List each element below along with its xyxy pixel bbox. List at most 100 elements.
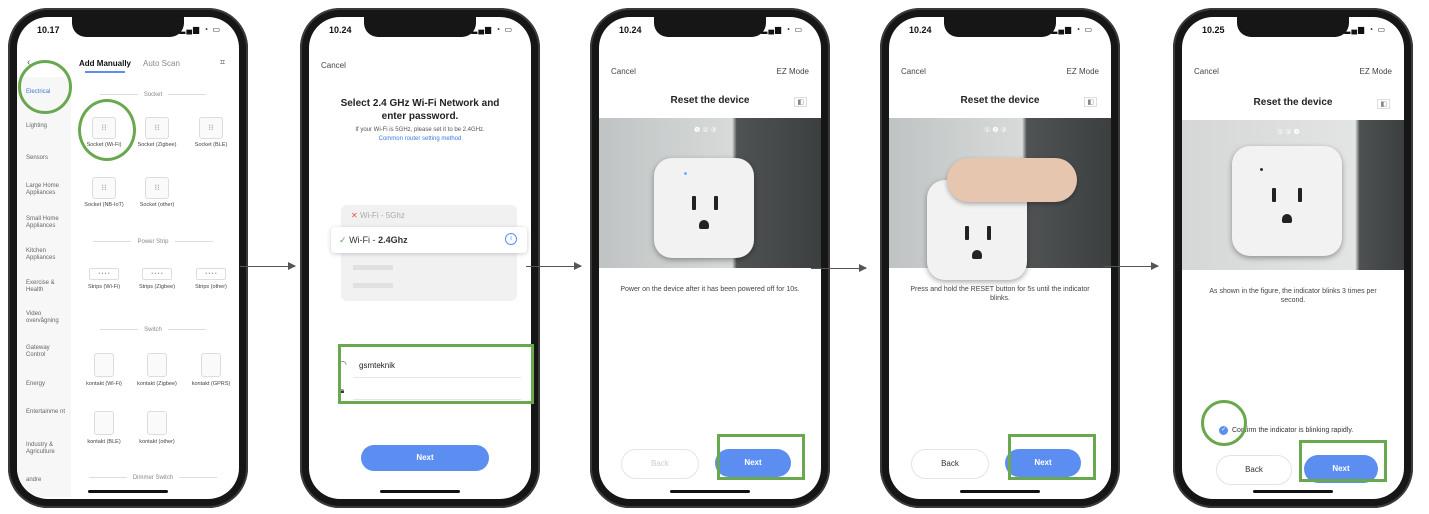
- speaker-icon[interactable]: ◧: [1377, 99, 1390, 109]
- sidebar-item-gateway[interactable]: Gateway Control: [26, 345, 68, 359]
- blurred-row: [353, 283, 393, 288]
- back-button[interactable]: Back: [911, 449, 989, 479]
- power-strip-icon: • • • •: [196, 268, 226, 280]
- socket-icon: ⁝⁝: [145, 177, 169, 199]
- mode-switch[interactable]: EZ Mode: [1360, 67, 1392, 76]
- cancel-button[interactable]: Cancel: [321, 61, 346, 70]
- mode-switch[interactable]: EZ Mode: [777, 67, 809, 76]
- sidebar-item-andre[interactable]: andre: [26, 477, 68, 484]
- status-time: 10.24: [909, 25, 932, 35]
- tile-switch-gprs[interactable]: kontakt (GPRS): [190, 353, 232, 388]
- switch-icon: [94, 411, 114, 435]
- tab-auto-scan[interactable]: Auto Scan: [143, 59, 180, 68]
- mode-switch[interactable]: EZ Mode: [1067, 67, 1099, 76]
- status-icons: ▂▄▆ ◔ ▭: [761, 25, 803, 34]
- back-button[interactable]: Back: [621, 449, 699, 479]
- instruction-text: Power on the device after it has been po…: [620, 286, 800, 293]
- sidebar-item-small-home[interactable]: Small Home Appliances: [26, 216, 68, 230]
- status-icons: ▂▄▆ ◔ ▭: [1051, 25, 1093, 34]
- socket-plug-image: [1232, 146, 1342, 256]
- home-indicator: [1253, 490, 1333, 493]
- screen: 10.24 ▂▄▆ ◔ ▭ Cancel EZ Mode Reset the d…: [599, 17, 821, 499]
- status-time: 10.24: [619, 25, 642, 35]
- highlight-confirm: [1201, 400, 1247, 446]
- speaker-icon[interactable]: ◧: [794, 97, 807, 107]
- switch-icon: [147, 353, 167, 377]
- speaker-icon[interactable]: ◧: [1084, 97, 1097, 107]
- finger-image: [947, 158, 1077, 202]
- tab-add-manually[interactable]: Add Manually: [79, 59, 131, 68]
- notch: [364, 17, 476, 37]
- status-icons: ▂▄▆ ◔ ▭: [471, 25, 513, 34]
- tile-socket-ble[interactable]: ⁝⁝ Socket (BLE): [190, 117, 232, 149]
- arrow-3: [811, 264, 867, 272]
- sidebar-item-energy[interactable]: Energy: [26, 381, 68, 388]
- blurred-row: [353, 265, 393, 270]
- tile-strip-wifi[interactable]: • • • • Strips (Wi-Fi): [83, 265, 125, 291]
- next-button[interactable]: Next: [361, 445, 489, 471]
- tile-strip-other[interactable]: • • • • Strips (other): [190, 265, 232, 291]
- back-button[interactable]: Back: [1216, 455, 1292, 485]
- notch: [72, 17, 184, 37]
- check-icon: ✓: [339, 235, 347, 245]
- info-icon[interactable]: i: [505, 233, 517, 245]
- page-title: Reset the device: [960, 95, 1040, 106]
- page-title: Reset the device: [1253, 97, 1333, 108]
- instruction-text: Press and hold the RESET button for 5s u…: [910, 286, 1090, 302]
- section-switch: Switch: [79, 327, 227, 333]
- confirm-label[interactable]: Confirm the indicator is blinking rapidl…: [1232, 427, 1353, 434]
- sidebar-item-exercise[interactable]: Exercise & Health: [26, 280, 68, 294]
- tile-switch-other[interactable]: kontakt (other): [136, 411, 178, 446]
- status-time: 10.17: [37, 25, 60, 35]
- page-subtitle: If your Wi-Fi is 5GHz, please set it to …: [355, 127, 485, 133]
- screen: 10.24 ▂▄▆ ◔ ▭ Cancel Select 2.4 GHz Wi-F…: [309, 17, 531, 499]
- screen: 10.24 ▂▄▆ ◔ ▭ Cancel EZ Mode Reset the d…: [889, 17, 1111, 499]
- highlight-next-4: [1008, 434, 1096, 480]
- section-socket: Socket: [79, 92, 227, 98]
- status-time: 10.24: [329, 25, 352, 35]
- page-title: Reset the device: [670, 95, 750, 106]
- socket-icon: ⁝⁝: [199, 117, 223, 139]
- sidebar-item-industry[interactable]: Industry & Agriculture: [26, 442, 68, 456]
- cancel-button[interactable]: Cancel: [901, 67, 926, 76]
- tile-switch-ble[interactable]: kontakt (BLE): [83, 411, 125, 446]
- tile-socket-zigbee[interactable]: ⁝⁝ Socket (Zigbee): [136, 117, 178, 149]
- home-indicator: [960, 490, 1040, 493]
- tile-switch-wifi[interactable]: kontakt (Wi-Fi): [83, 353, 125, 388]
- status-time: 10.25: [1202, 25, 1225, 35]
- notch: [654, 17, 766, 37]
- cancel-button[interactable]: Cancel: [611, 67, 636, 76]
- tile-socket-nbiot[interactable]: ⁝⁝ Socket (NB-IoT): [83, 177, 125, 209]
- highlight-credentials: [338, 344, 534, 404]
- sidebar-item-kitchen[interactable]: Kitchen Appliances: [26, 248, 68, 262]
- router-help-link[interactable]: Common router setting method: [327, 136, 513, 142]
- sidebar-item-video[interactable]: Video overvågning: [26, 311, 68, 325]
- tile-strip-zigbee[interactable]: • • • • Strips (Zigbee): [136, 265, 178, 291]
- arrow-1: [240, 262, 296, 270]
- home-indicator: [88, 490, 168, 493]
- sidebar-item-entertainment[interactable]: Entertainme nt: [26, 409, 68, 416]
- page-title: Select 2.4 GHz Wi-Fi Network and enter p…: [340, 98, 500, 122]
- wifi-5ghz-item: ✕ Wi-Fi - 5Ghz: [351, 211, 405, 220]
- status-icons: ▂▄▆ ◔ ▭: [1344, 25, 1386, 34]
- sidebar-item-lighting[interactable]: Lighting: [26, 123, 68, 130]
- highlight-next-5: [1299, 440, 1387, 482]
- step-indicator: ①❷③: [984, 127, 1009, 134]
- switch-icon: [94, 353, 114, 377]
- switch-icon: [201, 353, 221, 377]
- power-strip-icon: • • • •: [89, 268, 119, 280]
- device-photo: ❶②③: [599, 118, 821, 268]
- highlight-next-3: [717, 434, 805, 480]
- sidebar-item-large-home[interactable]: Large Home Appliances: [26, 183, 68, 197]
- tile-socket-other[interactable]: ⁝⁝ Socket (other): [136, 177, 178, 209]
- instruction-text: As shown in the figure, the indicator bl…: [1209, 288, 1377, 304]
- scan-icon[interactable]: ⌗: [220, 57, 225, 68]
- arrow-4: [1103, 262, 1159, 270]
- device-photo: ①❷③: [889, 118, 1111, 280]
- cross-icon: ✕: [351, 211, 358, 220]
- sidebar-item-sensors[interactable]: Sensors: [26, 155, 68, 162]
- notch: [944, 17, 1056, 37]
- cancel-button[interactable]: Cancel: [1194, 67, 1219, 76]
- tile-switch-zigbee[interactable]: kontakt (Zigbee): [136, 353, 178, 388]
- indicator-led: [1260, 168, 1263, 171]
